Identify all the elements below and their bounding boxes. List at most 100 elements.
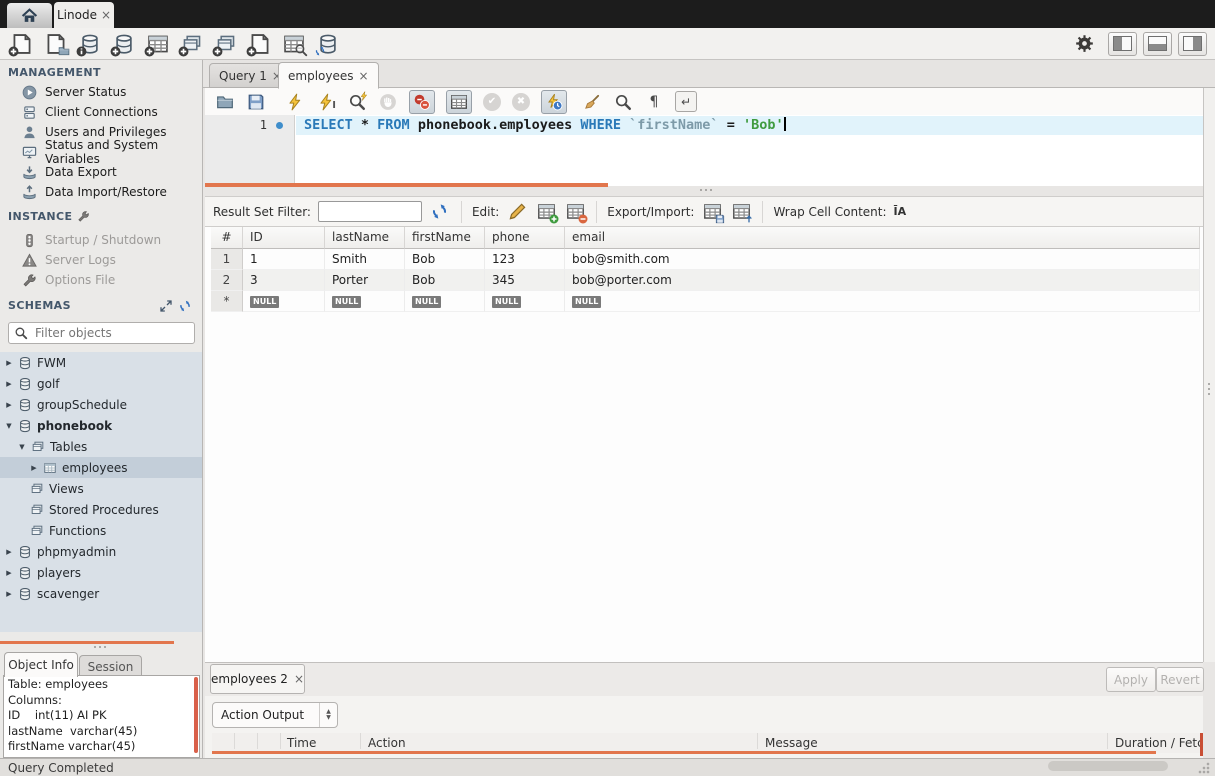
search-table-data-button[interactable] xyxy=(280,31,307,57)
toggle-stop-on-error-button[interactable] xyxy=(409,90,435,114)
right-panel-splitter[interactable] xyxy=(1203,88,1215,662)
sidebar-item-options-file[interactable]: Options File xyxy=(0,270,202,290)
chevron-right-icon[interactable]: ▶ xyxy=(5,401,13,409)
edit-cell-button[interactable] xyxy=(506,201,528,223)
schema-tree-item-phonebook[interactable]: ▼ phonebook xyxy=(0,415,202,436)
execute-current-statement-button[interactable]: I xyxy=(316,92,336,112)
toggle-autocommit-button[interactable] xyxy=(541,90,567,114)
editor-splitter-grip[interactable] xyxy=(700,189,702,191)
connection-tab[interactable]: Linode × xyxy=(54,2,114,28)
object-info-scrollbar[interactable] xyxy=(194,677,198,753)
wrap-cell-content-button[interactable]: ĪA xyxy=(894,205,907,218)
column-header-id[interactable]: ID xyxy=(243,227,325,249)
cell-null[interactable]: NULL xyxy=(243,291,325,312)
create-view-button[interactable] xyxy=(178,31,205,57)
output-column-duration[interactable]: Duration / Fetch xyxy=(1115,733,1201,753)
rollback-button[interactable]: ✖ xyxy=(512,93,530,111)
schema-tree-item-scavenger[interactable]: ▶ scavenger xyxy=(0,583,202,604)
schema-inspector-button[interactable] xyxy=(76,31,103,57)
refresh-schemas-icon[interactable] xyxy=(178,299,192,313)
close-icon[interactable]: × xyxy=(101,9,111,21)
chevron-right-icon[interactable]: ▶ xyxy=(5,380,13,388)
cell-phone[interactable]: 345 xyxy=(485,270,565,291)
cell-email[interactable]: bob@smith.com xyxy=(565,249,1200,270)
sidebar-item-startup-shutdown[interactable]: Startup / Shutdown xyxy=(0,230,202,250)
output-column-action[interactable]: Action xyxy=(368,733,406,753)
toggle-left-panel-button[interactable] xyxy=(1108,32,1137,56)
cell-phone[interactable]: 123 xyxy=(485,249,565,270)
chevron-right-icon[interactable]: ▶ xyxy=(30,464,38,472)
toggle-bottom-panel-button[interactable] xyxy=(1143,32,1172,56)
import-records-button[interactable] xyxy=(730,201,752,223)
sidebar-item-data-export[interactable]: Data Export xyxy=(0,162,202,182)
schema-tree-item-golf[interactable]: ▶ golf xyxy=(0,373,202,394)
expand-schemas-icon[interactable] xyxy=(160,300,172,312)
output-type-select[interactable]: Action Output ▲ ▼ xyxy=(212,702,338,728)
close-icon[interactable]: × xyxy=(358,70,368,82)
schema-tree-item-fwm[interactable]: ▶ FWM xyxy=(0,352,202,373)
output-column-message[interactable]: Message xyxy=(765,733,818,753)
save-script-button[interactable] xyxy=(246,92,266,112)
column-header-rownum[interactable]: # xyxy=(211,227,243,249)
chevron-right-icon[interactable]: ▶ xyxy=(5,590,13,598)
schema-tree-item-phpmyadmin[interactable]: ▶ phpmyadmin xyxy=(0,541,202,562)
chevron-right-icon[interactable]: ▶ xyxy=(5,548,13,556)
cell-null[interactable]: NULL xyxy=(485,291,565,312)
create-table-button[interactable] xyxy=(144,31,171,57)
schema-tree-item-employees[interactable]: ▶ employees xyxy=(0,457,202,478)
cell-firstname[interactable]: Bob xyxy=(405,270,485,291)
tab-employees[interactable]: employees × xyxy=(278,62,379,89)
column-header-firstname[interactable]: firstName xyxy=(405,227,485,249)
commit-button[interactable]: ✔ xyxy=(483,93,501,111)
cell-lastname[interactable]: Porter xyxy=(325,270,405,291)
apply-button[interactable]: Apply xyxy=(1106,667,1156,692)
window-resize-grip[interactable] xyxy=(1198,762,1210,774)
toggle-right-panel-button[interactable] xyxy=(1178,32,1207,56)
limit-rows-button[interactable] xyxy=(446,90,472,114)
create-function-button[interactable] xyxy=(246,31,273,57)
cell-null[interactable]: NULL xyxy=(325,291,405,312)
cell-null[interactable]: NULL xyxy=(405,291,485,312)
schema-tree-item-views[interactable]: Views xyxy=(0,478,202,499)
cell-lastname[interactable]: Smith xyxy=(325,249,405,270)
sidebar-splitter-grip[interactable] xyxy=(94,646,96,648)
cell-email[interactable]: bob@porter.com xyxy=(565,270,1200,291)
sidebar-item-server-status[interactable]: Server Status xyxy=(0,82,202,102)
schema-tree-item-players[interactable]: ▶ players xyxy=(0,562,202,583)
schema-tree-item-stored-procedures[interactable]: Stored Procedures xyxy=(0,499,202,520)
sql-code-line[interactable]: SELECT * FROM phonebook.employees WHERE … xyxy=(304,116,786,135)
refresh-results-button[interactable] xyxy=(429,201,451,223)
schema-tree-item-functions[interactable]: Functions xyxy=(0,520,202,541)
tab-session[interactable]: Session xyxy=(79,655,142,677)
chevron-right-icon[interactable]: ▶ xyxy=(5,569,13,577)
cell-null[interactable]: NULL xyxy=(565,291,1200,312)
home-tab[interactable] xyxy=(7,3,52,28)
result-filter-input[interactable] xyxy=(318,201,422,222)
beautify-sql-button[interactable] xyxy=(582,92,602,112)
stop-query-button[interactable] xyxy=(378,92,398,112)
schema-tree-item-groupschedule[interactable]: ▶ groupSchedule xyxy=(0,394,202,415)
cell-firstname[interactable]: Bob xyxy=(405,249,485,270)
show-invisibles-button[interactable]: ¶ xyxy=(644,92,664,112)
column-header-lastname[interactable]: lastName xyxy=(325,227,405,249)
sidebar-item-server-logs[interactable]: Server Logs xyxy=(0,250,202,270)
open-file-button[interactable] xyxy=(215,92,235,112)
sidebar-item-client-connections[interactable]: Client Connections xyxy=(0,102,202,122)
create-schema-button[interactable] xyxy=(110,31,137,57)
cell-id[interactable]: 3 xyxy=(243,270,325,291)
column-header-email[interactable]: email xyxy=(565,227,1200,249)
row-number-cell[interactable]: * xyxy=(211,291,243,312)
chevron-down-icon[interactable]: ▼ xyxy=(18,443,26,451)
settings-gear-icon[interactable] xyxy=(1075,34,1094,53)
sidebar-item-status-variables[interactable]: Status and System Variables xyxy=(0,142,202,162)
new-query-tab-button[interactable] xyxy=(8,31,35,57)
row-number-cell[interactable]: 1 xyxy=(211,249,243,270)
schema-filter-input[interactable] xyxy=(33,325,182,341)
column-header-phone[interactable]: phone xyxy=(485,227,565,249)
output-column-time[interactable]: Time xyxy=(287,733,316,753)
reconnect-dbms-button[interactable] xyxy=(314,31,341,57)
find-button[interactable] xyxy=(613,92,633,112)
chevron-down-icon[interactable]: ▼ xyxy=(5,422,13,430)
close-icon[interactable]: × xyxy=(294,673,304,685)
open-sql-script-button[interactable] xyxy=(42,31,69,57)
